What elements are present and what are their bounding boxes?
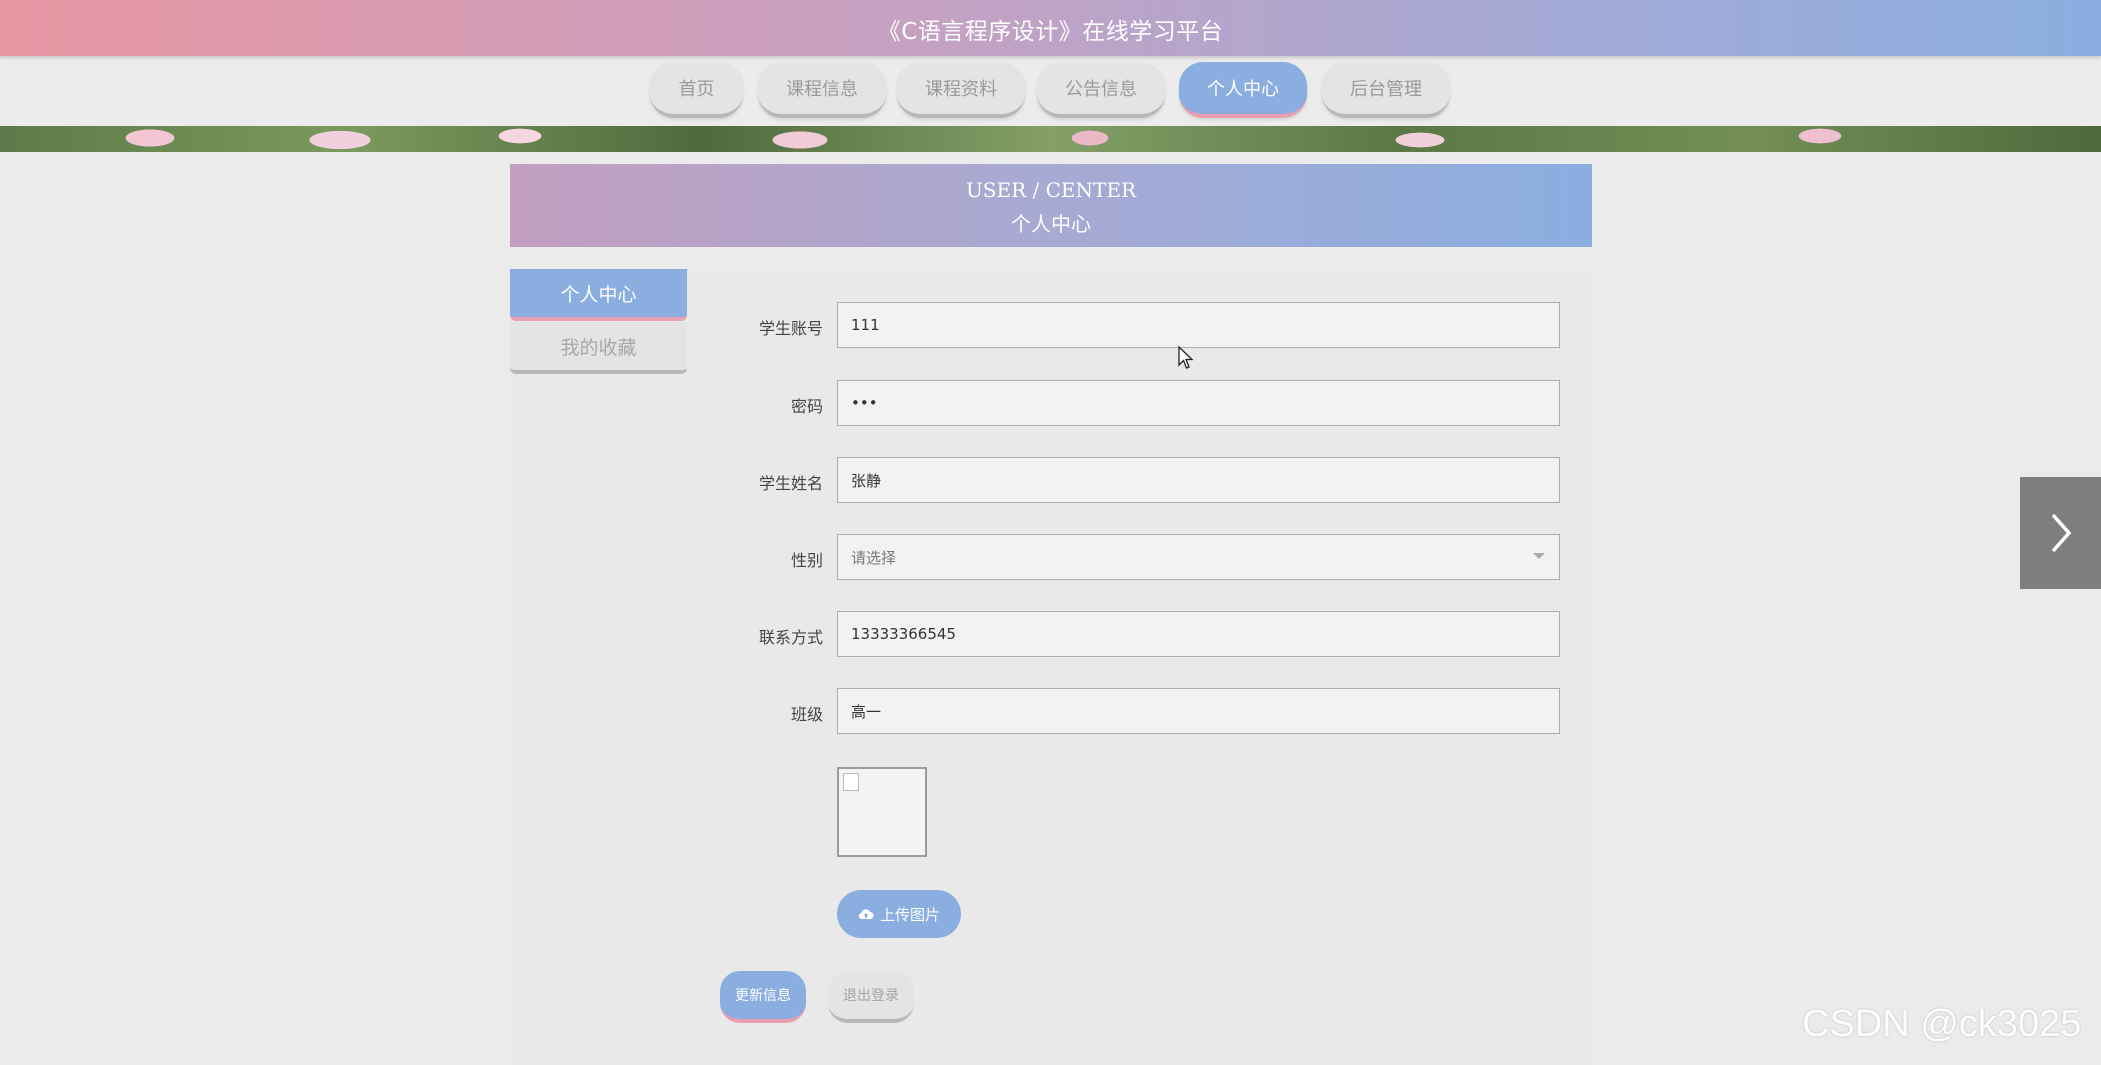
phone-input[interactable]: 13333366545	[837, 611, 1560, 657]
broken-image-icon	[843, 773, 859, 791]
gender-label: 性别	[790, 551, 823, 570]
flower-banner	[0, 126, 2101, 152]
upload-image-label: 上传图片	[879, 905, 940, 924]
watermark: CSDN @ck3025	[1802, 1003, 2082, 1045]
next-slide-button[interactable]	[2020, 477, 2101, 589]
password-input[interactable]: •••	[837, 380, 1560, 426]
mouse-cursor-icon	[1178, 346, 1194, 369]
name-input[interactable]: 张静	[837, 457, 1560, 503]
avatar-image	[837, 767, 927, 857]
phone-label: 联系方式	[758, 628, 823, 647]
top-title-bar: 《C语言程序设计》在线学习平台	[0, 0, 2101, 56]
nav-announcements[interactable]: 公告信息	[1037, 62, 1165, 118]
cloud-upload-icon	[858, 909, 874, 920]
logout-button[interactable]: 退出登录	[828, 971, 914, 1023]
form-row-name: 学生姓名 张静	[700, 457, 1560, 503]
upload-image-button[interactable]: 上传图片	[837, 890, 961, 938]
user-center-title-cn: 个人中心	[1011, 212, 1091, 236]
user-center-title-en: USER / CENTER	[965, 178, 1137, 202]
account-label: 学生账号	[758, 319, 823, 338]
sidebar-item-favorites[interactable]: 我的收藏	[510, 322, 687, 374]
form-row-account: 学生账号 111	[700, 302, 1560, 348]
sidebar-item-user-center[interactable]: 个人中心	[510, 269, 687, 321]
nav-home[interactable]: 首页	[650, 62, 743, 118]
caret-down-icon	[1533, 553, 1545, 559]
user-center-header: USER / CENTER 个人中心	[510, 164, 1592, 247]
form-row-gender: 性别 请选择	[700, 534, 1560, 580]
nav-course-materials[interactable]: 课程资料	[897, 62, 1025, 118]
account-input[interactable]: 111	[837, 302, 1560, 348]
nav-admin[interactable]: 后台管理	[1322, 62, 1450, 118]
gender-select[interactable]: 请选择	[837, 534, 1560, 580]
nav-course-info[interactable]: 课程信息	[758, 62, 886, 118]
form-row-class: 班级 高一	[700, 688, 1560, 734]
site-title: 《C语言程序设计》在线学习平台	[877, 19, 1224, 45]
main-nav: 首页 课程信息 课程资料 公告信息 个人中心 后台管理	[0, 62, 2101, 124]
chevron-right-icon	[2051, 513, 2071, 553]
form-row-password: 密码 •••	[700, 380, 1560, 426]
form-row-phone: 联系方式 13333366545	[700, 611, 1560, 657]
update-info-button[interactable]: 更新信息	[720, 971, 806, 1023]
name-label: 学生姓名	[758, 474, 823, 493]
class-input[interactable]: 高一	[837, 688, 1560, 734]
class-label: 班级	[790, 705, 823, 724]
password-label: 密码	[790, 397, 823, 416]
nav-user-center[interactable]: 个人中心	[1179, 62, 1307, 118]
gender-select-value: 请选择	[851, 548, 897, 567]
